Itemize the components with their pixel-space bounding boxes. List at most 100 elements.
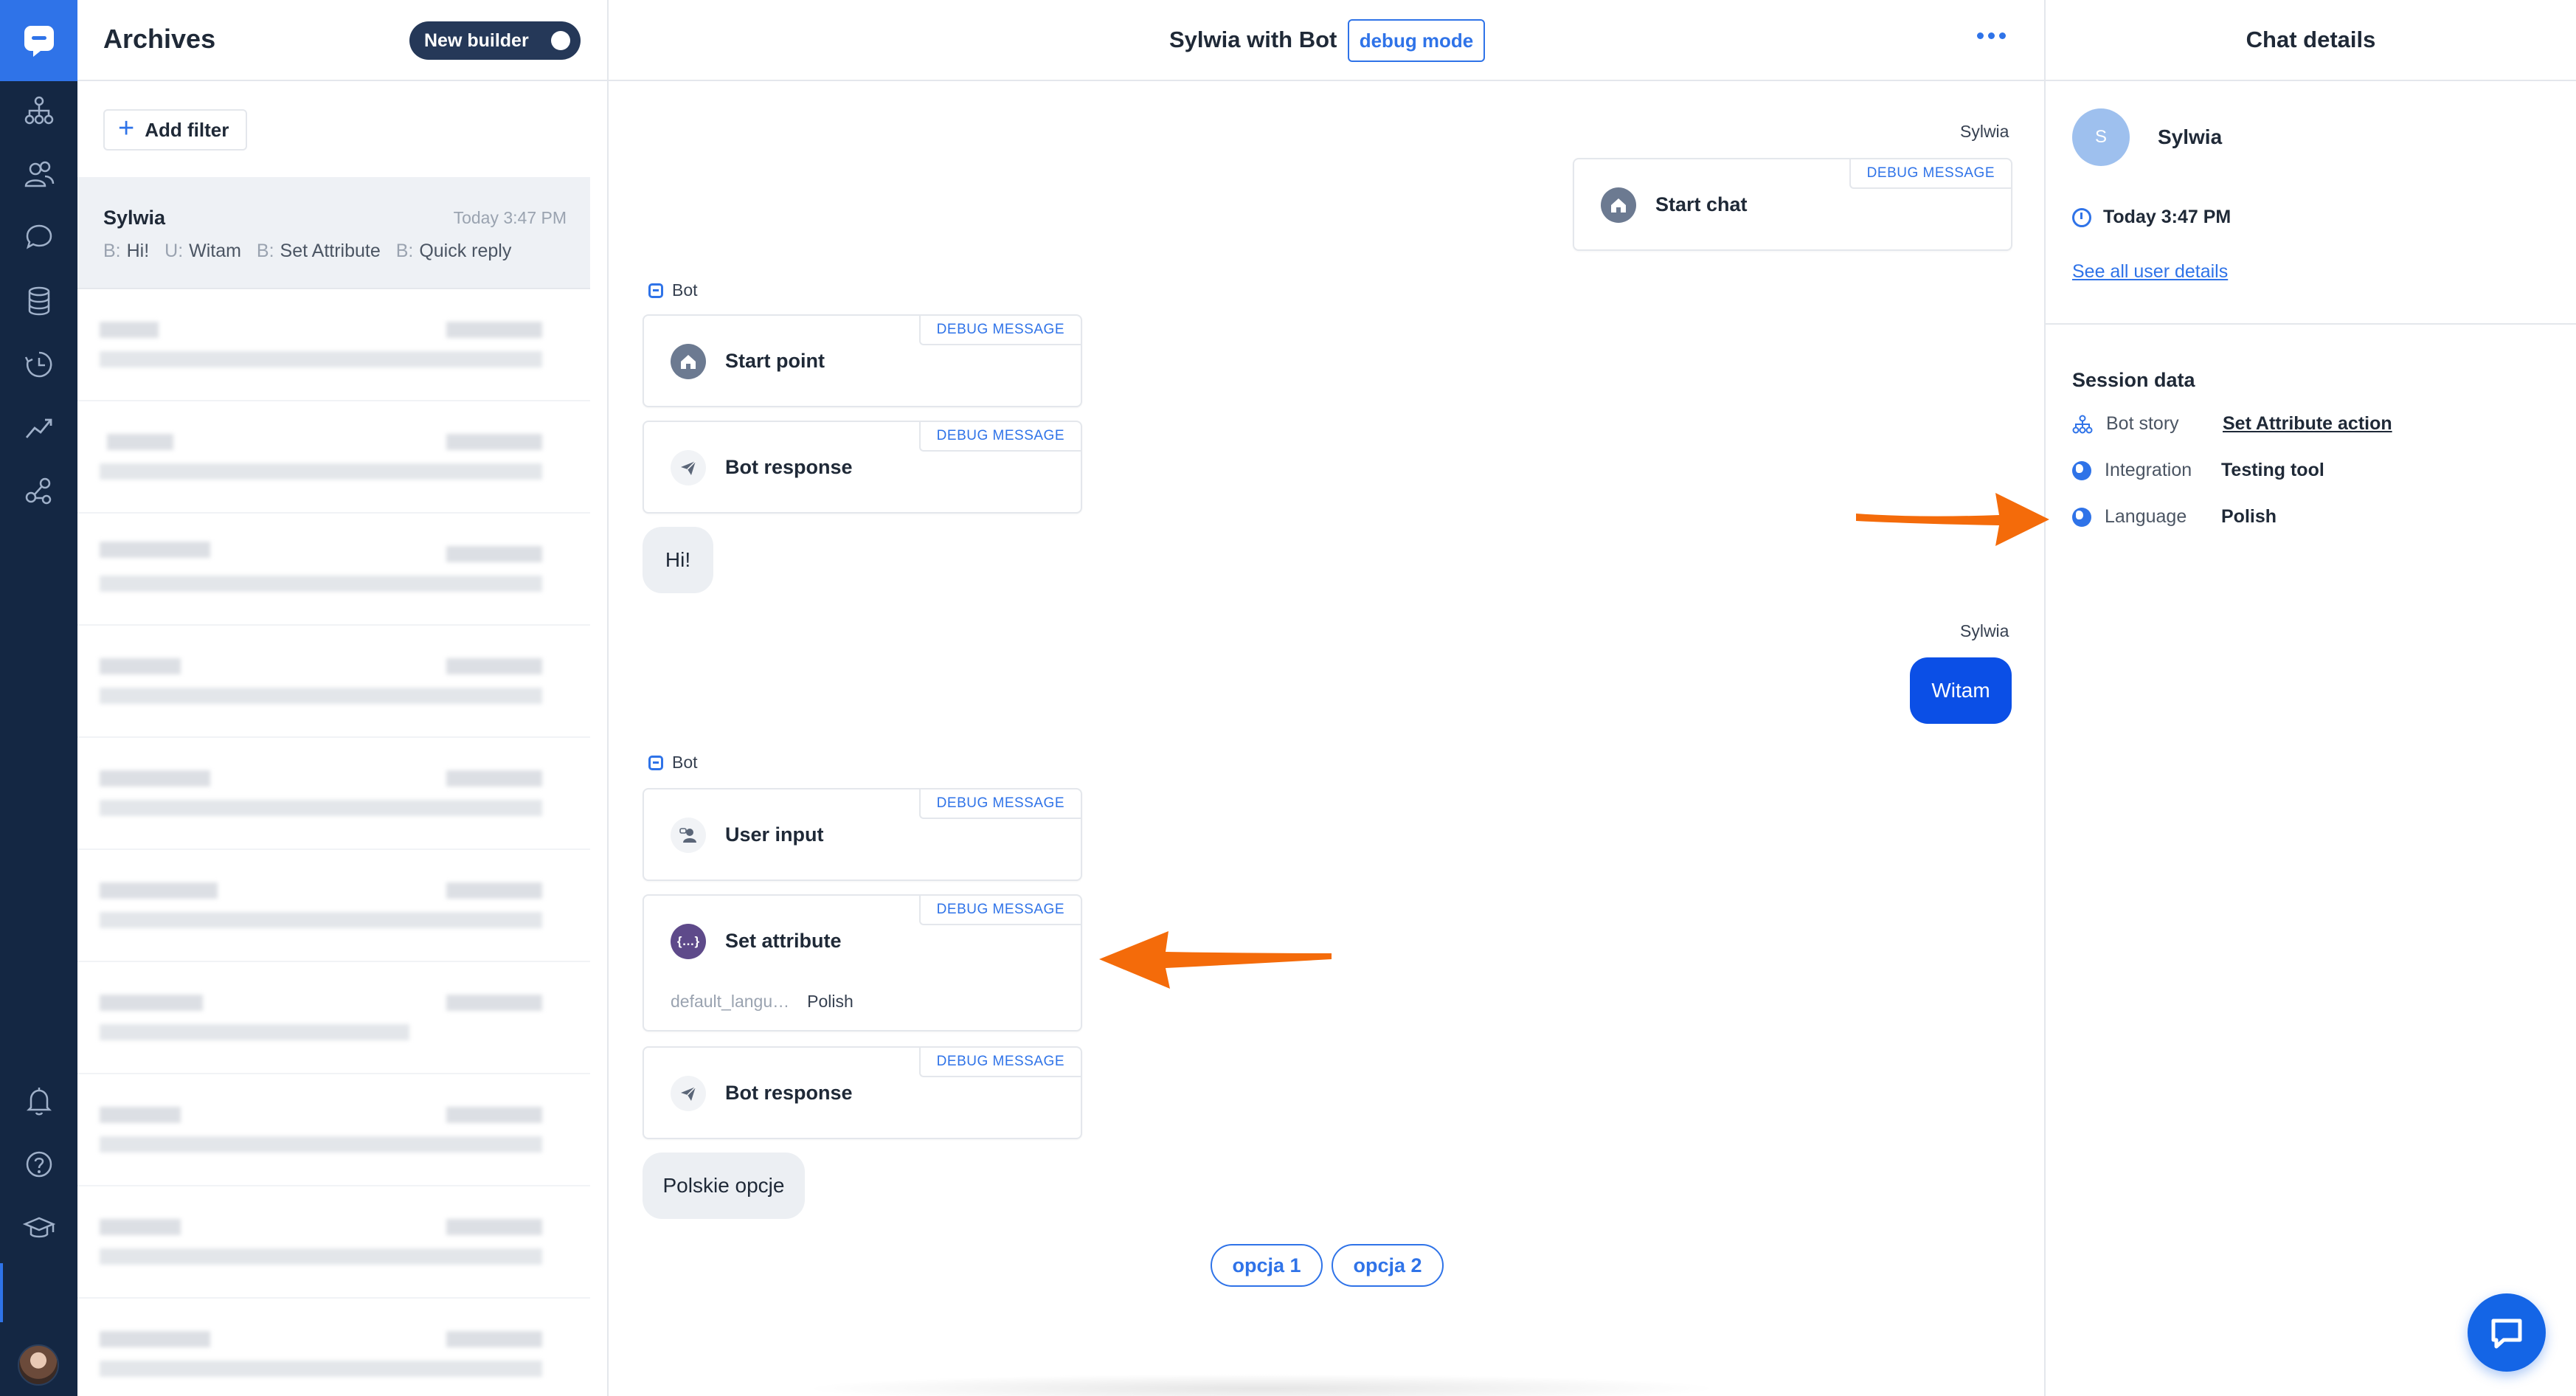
chat-user-name: Sylwia <box>103 207 166 229</box>
nav-chats[interactable] <box>0 211 77 264</box>
new-builder-label: New builder <box>424 30 529 51</box>
chat-list-item-blurred[interactable] <box>77 738 590 850</box>
globe-icon <box>2072 507 2091 527</box>
nav-users[interactable] <box>0 148 77 201</box>
quick-reply-button[interactable]: opcja 1 <box>1211 1244 1323 1287</box>
bot-icon <box>648 755 663 770</box>
chat-list-item-selected[interactable]: Sylwia Today 3:47 PM B: Hi! U: Witam B: Set… <box>77 177 590 289</box>
chat-list-item-blurred[interactable] <box>77 850 590 962</box>
card-label: Bot response <box>725 1082 853 1104</box>
debug-card-set-attribute[interactable]: DEBUG MESSAGE {…} Set attribute default_… <box>643 894 1082 1032</box>
chat-list-item-blurred[interactable] <box>77 626 590 738</box>
user-input-icon <box>671 818 706 853</box>
clock-icon <box>2072 207 2091 227</box>
session-row-integration: Integration Testing tool <box>2072 460 2324 481</box>
send-icon <box>671 450 706 486</box>
sender-bot-label: Bot <box>648 753 698 773</box>
bot-name: Bot <box>672 753 698 772</box>
chat-list-item-blurred[interactable] <box>77 1299 590 1396</box>
app-logo[interactable] <box>0 0 77 81</box>
more-options-icon[interactable] <box>1977 32 2006 39</box>
bot-name: Bot <box>672 280 698 300</box>
home-icon <box>671 344 706 379</box>
chat-list-item-blurred[interactable] <box>77 1074 590 1186</box>
chat-list-item-blurred[interactable] <box>77 962 590 1074</box>
session-key: Integration <box>2105 460 2192 480</box>
conversation-header: Sylwia with Bot debug mode <box>609 0 2044 81</box>
account-avatar[interactable] <box>18 1344 59 1386</box>
debug-card-bot-response[interactable]: DEBUG MESSAGE Bot response <box>643 421 1082 514</box>
chat-details-header: Chat details <box>2046 0 2576 81</box>
session-key: Language <box>2105 506 2187 527</box>
bot-builder-icon <box>24 96 53 125</box>
debug-mode-badge[interactable]: debug mode <box>1348 19 1485 62</box>
input-area-shadow <box>800 1374 1722 1396</box>
preview-message: Witam <box>189 241 241 261</box>
session-row-language: Language Polish <box>2072 506 2276 528</box>
divider <box>2046 323 2576 325</box>
session-value: Polish <box>2221 506 2277 527</box>
debug-message-tag: DEBUG MESSAGE <box>918 316 1081 345</box>
chat-list-item-blurred[interactable] <box>77 289 590 401</box>
card-label: Set attribute <box>725 930 842 952</box>
nav-help[interactable] <box>0 1138 77 1191</box>
preview-message: Quick reply <box>419 241 512 261</box>
reports-icon <box>25 418 52 438</box>
chats-icon <box>26 224 52 249</box>
nav-history[interactable] <box>0 338 77 391</box>
chat-details-title: Chat details <box>2246 27 2376 52</box>
page-title: Archives <box>103 24 216 54</box>
session-data-title: Session data <box>2072 369 2195 391</box>
plus-icon: + <box>118 113 135 144</box>
bot-icon <box>648 283 663 298</box>
new-builder-toggle[interactable]: New builder <box>409 21 581 60</box>
preview-sender: B: <box>103 241 121 261</box>
active-indicator <box>0 1263 3 1322</box>
add-filter-button[interactable]: + Add filter <box>103 109 247 151</box>
session-row-bot-story: Bot story Set Attribute action <box>2072 413 2392 435</box>
session-key: Bot story <box>2106 413 2179 434</box>
conversation-title: Sylwia with Bot <box>1169 27 1337 52</box>
debug-message-tag: DEBUG MESSAGE <box>918 789 1081 819</box>
user-avatar: S <box>2072 108 2130 166</box>
bot-message-bubble: Polskie opcje <box>643 1153 805 1219</box>
debug-card-start-point[interactable]: DEBUG MESSAGE Start point <box>643 314 1082 407</box>
nav-academy[interactable] <box>0 1201 77 1254</box>
chat-start-time-text: Today 3:47 PM <box>2103 207 2232 227</box>
database-icon <box>28 286 49 316</box>
nav-notifications[interactable] <box>0 1074 77 1127</box>
see-all-user-details-link[interactable]: See all user details <box>2072 261 2228 283</box>
debug-message-tag: DEBUG MESSAGE <box>918 422 1081 452</box>
history-icon <box>24 351 52 378</box>
chat-preview: B: Hi! U: Witam B: Set Attribute B: Quick re… <box>103 241 522 262</box>
card-label: Bot response <box>725 456 853 478</box>
set-attribute-action-link[interactable]: Set Attribute action <box>2223 413 2392 435</box>
chat-widget-button[interactable] <box>2468 1293 2546 1372</box>
attribute-key-value: default_langu… Polish <box>671 992 854 1012</box>
nav-reports[interactable] <box>0 401 77 455</box>
nav-database[interactable] <box>0 274 77 328</box>
archives-header: Archives New builder <box>77 0 607 81</box>
nav-integrations[interactable] <box>0 465 77 518</box>
chat-list-item-blurred[interactable] <box>77 401 590 514</box>
academy-icon <box>22 1217 55 1238</box>
attribute-key: default_langu… <box>671 992 790 1011</box>
quick-reply-button[interactable]: opcja 2 <box>1332 1244 1444 1287</box>
user-name: Sylwia <box>2158 125 2223 148</box>
bell-icon <box>26 1088 52 1116</box>
user-message-bubble: Witam <box>1910 657 2012 724</box>
debug-card-start-chat[interactable]: DEBUG MESSAGE Start chat <box>1573 158 2012 251</box>
sender-bot-label: Bot <box>648 280 698 300</box>
nav-bot-builder[interactable] <box>0 84 77 137</box>
debug-card-user-input[interactable]: DEBUG MESSAGE User input <box>643 788 1082 881</box>
preview-message: Set Attribute <box>280 241 381 261</box>
help-icon <box>26 1151 52 1178</box>
card-label: Start chat <box>1655 193 1748 215</box>
bot-story-icon <box>2072 414 2093 435</box>
chat-list-item-blurred[interactable] <box>77 514 590 626</box>
debug-card-bot-response[interactable]: DEBUG MESSAGE Bot response <box>643 1046 1082 1139</box>
sender-user-label: Sylwia <box>1960 621 2009 640</box>
card-label: User input <box>725 823 824 846</box>
send-icon <box>671 1076 706 1111</box>
chat-list-item-blurred[interactable] <box>77 1186 590 1299</box>
